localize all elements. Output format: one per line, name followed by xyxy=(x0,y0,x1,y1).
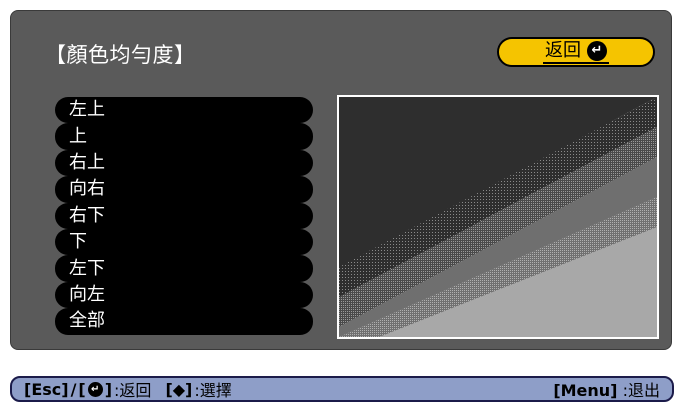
list-item-right[interactable]: 向右 xyxy=(55,176,313,203)
color-uniformity-panel: 【顏色均勻度】 返回 ↵ 左上 上 右上 向右 右下 下 左下 向左 全部 xyxy=(10,10,672,350)
back-button[interactable]: 返回 ↵ xyxy=(497,37,655,67)
select-hint-text: :選擇 xyxy=(194,381,232,400)
list-item-bottom-right[interactable]: 右下 xyxy=(55,202,313,229)
arrow-key-hint: [◆] xyxy=(165,379,193,399)
list-item-top-right[interactable]: 右上 xyxy=(55,149,313,177)
key-hint-right: [Menu] :退出 xyxy=(553,377,660,401)
enter-key-close: ] xyxy=(104,379,113,399)
key-hint-bar: [Esc] / [ ↵ ] :返回 [◆] :選擇 [Menu] :退出 xyxy=(10,376,674,402)
list-item-top[interactable]: 上 xyxy=(55,123,313,150)
list-item-left[interactable]: 向左 xyxy=(55,281,313,309)
list-item-bottom[interactable]: 下 xyxy=(55,228,313,256)
list-item-bottom-left[interactable]: 左下 xyxy=(55,255,313,282)
uniformity-preview xyxy=(337,95,659,339)
enter-key-open: [ xyxy=(78,379,86,399)
page-title: 【顏色均勻度】 xyxy=(45,43,196,67)
slash-separator: / xyxy=(70,379,77,399)
list-item-top-left[interactable]: 左上 xyxy=(55,97,313,124)
back-hint-text: :返回 xyxy=(114,381,152,400)
enter-icon: ↵ xyxy=(587,41,607,61)
gradient-preview-image xyxy=(339,97,657,337)
key-hint-left: [Esc] / [ ↵ ] :返回 [◆] :選擇 xyxy=(24,377,232,401)
exit-hint-text: :退出 xyxy=(622,381,660,400)
esc-key-hint: [Esc] xyxy=(24,379,69,399)
back-button-label: 返回 xyxy=(545,40,581,61)
enter-icon: ↵ xyxy=(87,381,103,397)
position-list: 左上 上 右上 向右 右下 下 左下 向左 全部 xyxy=(55,97,313,335)
menu-key-hint: [Menu] xyxy=(553,381,618,400)
list-item-all[interactable]: 全部 xyxy=(55,308,313,335)
